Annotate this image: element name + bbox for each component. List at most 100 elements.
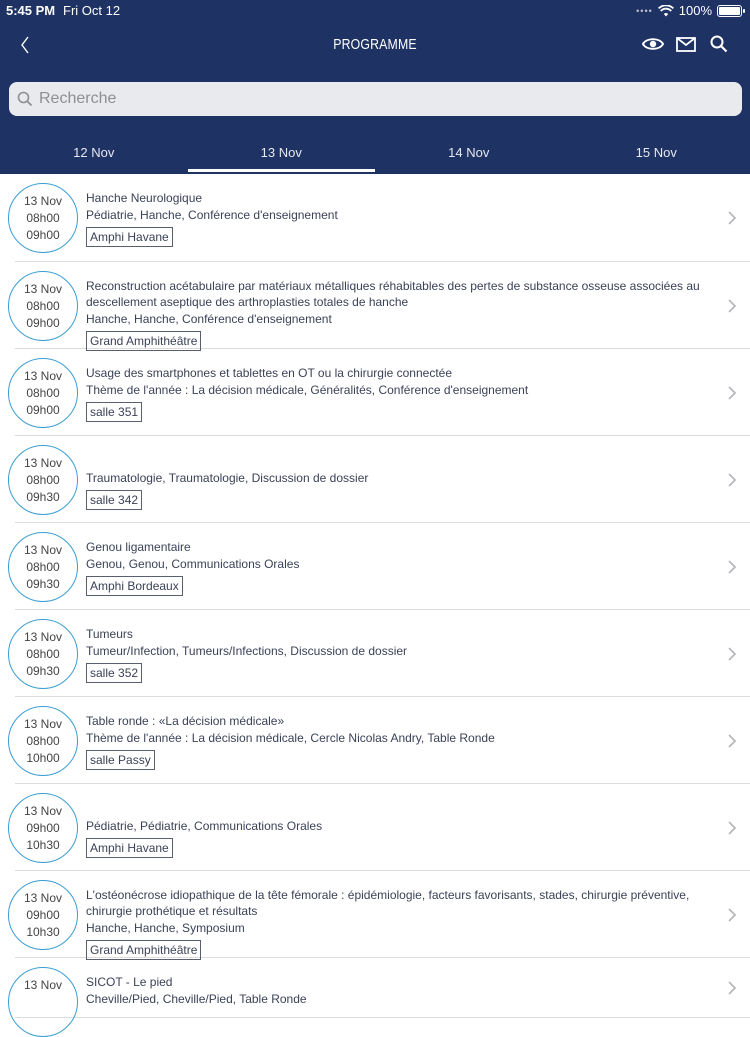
search-icon — [710, 35, 728, 53]
session-tags: Hanche, Hanche, Conférence d'enseignemen… — [86, 311, 710, 327]
session-row[interactable]: 13 Nov08h0010h00Table ronde : «La décisi… — [15, 697, 750, 784]
page-title: PROGRAMME — [68, 36, 683, 53]
session-day: 13 Nov — [9, 368, 77, 385]
session-row[interactable]: 13 Nov08h0009h30TumeursTumeur/Infection,… — [15, 610, 750, 697]
signal-icon: •••• — [636, 6, 653, 16]
session-end: 09h30 — [9, 663, 77, 680]
search-icon — [17, 91, 33, 107]
session-end: 09h00 — [9, 227, 77, 244]
chevron-right-icon — [726, 732, 738, 750]
session-start: 09h00 — [9, 820, 77, 837]
session-end: 10h30 — [9, 837, 77, 854]
session-day: 13 Nov — [9, 803, 77, 820]
chevron-right-icon — [726, 471, 738, 489]
session-title: Table ronde : «La décision médicale» — [86, 713, 710, 729]
navigation-bar: PROGRAMME — [0, 22, 750, 72]
session-day: 13 Nov — [9, 629, 77, 646]
session-tags: Thème de l'année : La décision médicale,… — [86, 730, 710, 746]
session-start: 08h00 — [9, 733, 77, 750]
session-title: SICOT - Le pied — [86, 974, 710, 990]
mail-icon — [676, 37, 696, 52]
session-content: Table ronde : «La décision médicale»Thèm… — [86, 713, 710, 770]
session-room: salle 351 — [86, 402, 142, 422]
view-button[interactable] — [642, 33, 664, 55]
session-start: 08h00 — [9, 298, 77, 315]
session-title: Usage des smartphones et tablettes en OT… — [86, 365, 710, 381]
chevron-right-icon — [726, 819, 738, 837]
session-day: 13 Nov — [9, 716, 77, 733]
session-row[interactable]: 13 NovSICOT - Le piedCheville/Pied, Chev… — [15, 958, 750, 1018]
session-room: salle 342 — [86, 490, 142, 510]
session-content: TumeursTumeur/Infection, Tumeurs/Infecti… — [86, 626, 710, 683]
tab-date[interactable]: 13 Nov — [188, 127, 376, 174]
session-day: 13 Nov — [9, 193, 77, 210]
session-title: Tumeurs — [86, 626, 710, 642]
session-content: Traumatologie, Traumatologie, Discussion… — [86, 469, 710, 510]
chevron-right-icon — [726, 384, 738, 402]
session-time-circle: 13 Nov — [8, 967, 78, 1037]
session-time-circle: 13 Nov08h0009h30 — [8, 619, 78, 689]
session-time-circle: 13 Nov08h0010h00 — [8, 706, 78, 776]
mail-button[interactable] — [675, 33, 697, 55]
back-button[interactable] — [14, 30, 36, 60]
session-room: Grand Amphithéâtre — [86, 331, 201, 351]
date-tabs: 12 Nov13 Nov14 Nov15 Nov — [0, 127, 750, 174]
session-content: Usage des smartphones et tablettes en OT… — [86, 365, 710, 422]
battery-percent: 100% — [679, 3, 712, 18]
search-bar[interactable] — [9, 82, 742, 116]
tab-date[interactable]: 12 Nov — [0, 127, 188, 174]
session-end: 10h00 — [9, 750, 77, 767]
chevron-right-icon — [726, 558, 738, 576]
session-row[interactable]: 13 Nov08h0009h00Hanche NeurologiquePédia… — [15, 174, 750, 262]
session-room: salle 352 — [86, 663, 142, 683]
session-row[interactable]: 13 Nov08h0009h30Traumatologie, Traumatol… — [15, 436, 750, 523]
session-start: 09h00 — [9, 907, 77, 924]
session-end: 09h00 — [9, 402, 77, 419]
session-time-circle: 13 Nov08h0009h30 — [8, 532, 78, 602]
chevron-right-icon — [726, 645, 738, 663]
session-tags: Pédiatrie, Hanche, Conférence d'enseigne… — [86, 207, 710, 223]
session-tags: Genou, Genou, Communications Orales — [86, 556, 710, 572]
search-button[interactable] — [708, 33, 730, 55]
session-content: Genou ligamentaireGenou, Genou, Communic… — [86, 539, 710, 596]
chevron-left-icon — [20, 35, 30, 55]
battery-icon — [717, 5, 742, 17]
status-bar: 5:45 PM Fri Oct 12 •••• 100% — [0, 0, 750, 22]
chevron-right-icon — [726, 906, 738, 924]
session-row[interactable]: 13 Nov09h0010h30Pédiatrie, Pédiatrie, Co… — [15, 784, 750, 871]
session-title: Reconstruction acétabulaire par matériau… — [86, 278, 710, 310]
session-row[interactable]: 13 Nov08h0009h00Reconstruction acétabula… — [15, 262, 750, 349]
search-input[interactable] — [39, 90, 719, 108]
nav-actions — [642, 33, 730, 55]
session-end: 10h30 — [9, 924, 77, 941]
session-day: 13 Nov — [9, 281, 77, 298]
session-time-circle: 13 Nov09h0010h30 — [8, 793, 78, 863]
session-time-circle: 13 Nov08h0009h30 — [8, 445, 78, 515]
session-room: Grand Amphithéâtre — [86, 940, 201, 960]
session-title: Genou ligamentaire — [86, 539, 710, 555]
session-time-circle: 13 Nov09h0010h30 — [8, 880, 78, 950]
chevron-right-icon — [726, 209, 738, 227]
session-room: Amphi Havane — [86, 227, 173, 247]
session-row[interactable]: 13 Nov08h0009h00Usage des smartphones et… — [15, 349, 750, 436]
session-room: Amphi Bordeaux — [86, 576, 183, 596]
session-tags: Tumeur/Infection, Tumeurs/Infections, Di… — [86, 643, 710, 659]
session-row[interactable]: 13 Nov09h0010h30L'ostéonécrose idiopathi… — [15, 871, 750, 958]
session-content: L'ostéonécrose idiopathique de la tête f… — [86, 887, 710, 960]
session-title: L'ostéonécrose idiopathique de la tête f… — [86, 887, 710, 919]
session-time-circle: 13 Nov08h0009h00 — [8, 183, 78, 253]
session-content: Hanche NeurologiquePédiatrie, Hanche, Co… — [86, 190, 710, 247]
tab-date[interactable]: 14 Nov — [375, 127, 563, 174]
session-start: 08h00 — [9, 210, 77, 227]
session-room: salle Passy — [86, 750, 155, 770]
session-row[interactable]: 13 Nov08h0009h30Genou ligamentaireGenou,… — [15, 523, 750, 610]
session-tags: Thème de l'année : La décision médicale,… — [86, 382, 710, 398]
status-date: Fri Oct 12 — [63, 3, 120, 18]
eye-icon — [642, 36, 664, 52]
session-day: 13 Nov — [9, 890, 77, 907]
session-list: 13 Nov08h0009h00Hanche NeurologiquePédia… — [0, 174, 750, 1018]
tab-date[interactable]: 15 Nov — [563, 127, 750, 174]
session-day: 13 Nov — [9, 455, 77, 472]
session-time-circle: 13 Nov08h0009h00 — [8, 271, 78, 341]
session-room: Amphi Havane — [86, 838, 173, 858]
